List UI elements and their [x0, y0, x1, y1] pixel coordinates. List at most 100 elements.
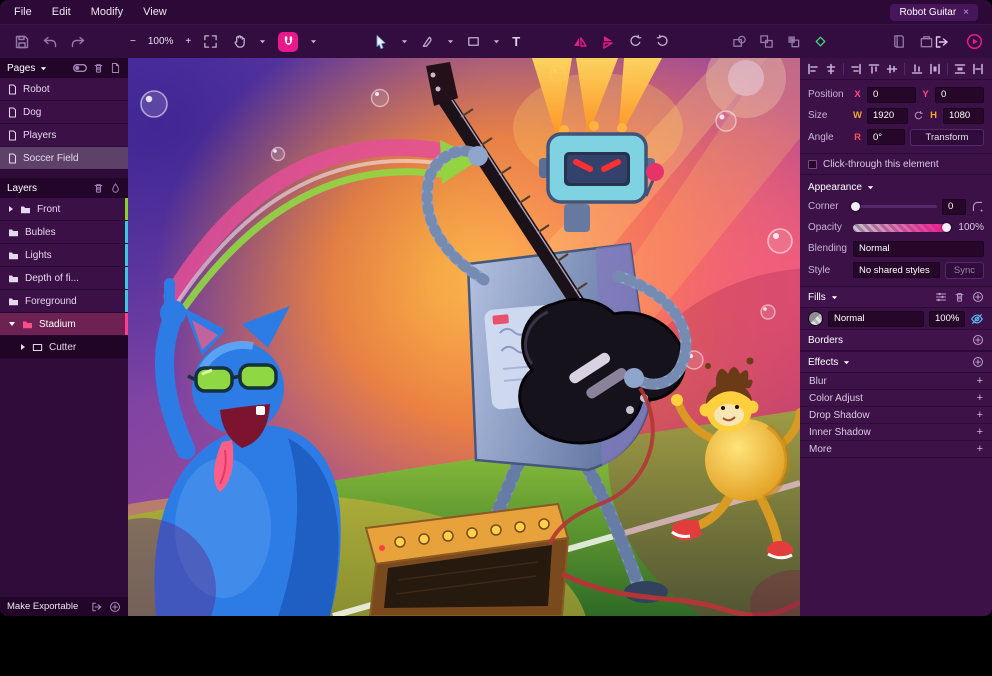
preview-play-icon[interactable] — [966, 33, 983, 50]
x-input[interactable]: 0 — [867, 87, 916, 103]
borders-header[interactable]: Borders — [800, 329, 992, 351]
effect-item-color-adjust[interactable]: Color Adjust + — [800, 390, 992, 407]
layer-item-cutter[interactable]: Cutter — [0, 336, 128, 359]
add-effect-icon[interactable] — [972, 356, 984, 368]
pages-caret-icon[interactable] — [40, 66, 47, 71]
text-tool-icon[interactable]: T — [512, 34, 520, 49]
fill-options-icon[interactable] — [935, 291, 947, 303]
export-icon[interactable] — [934, 34, 950, 50]
rotate-ccw-icon[interactable] — [628, 34, 643, 49]
delete-fill-icon[interactable] — [954, 291, 965, 303]
undo-button[interactable] — [42, 34, 58, 50]
menu-file[interactable]: File — [14, 6, 32, 18]
zoom-out-button[interactable]: − — [130, 36, 136, 47]
add-export-icon[interactable] — [109, 601, 121, 613]
sync-button[interactable]: Sync — [945, 262, 984, 279]
opacity-value[interactable]: 100% — [954, 222, 984, 233]
page-item-dog[interactable]: Dog — [0, 101, 128, 124]
add-inner-shadow-icon[interactable]: + — [977, 427, 983, 438]
layer-color-icon[interactable] — [110, 182, 121, 194]
expand-caret-icon[interactable] — [20, 343, 26, 351]
hand-tool-caret-icon[interactable] — [259, 39, 266, 44]
transform-button[interactable]: Transform — [910, 129, 984, 146]
corner-options-icon[interactable] — [971, 200, 984, 213]
lock-ratio-icon[interactable] — [913, 110, 924, 122]
make-exportable-bar[interactable]: Make Exportable — [0, 597, 128, 616]
appearance-header[interactable]: Appearance — [800, 175, 992, 196]
close-tab-icon[interactable]: × — [963, 7, 969, 18]
shape-caret-icon[interactable] — [493, 39, 500, 44]
align-left-icon[interactable] — [807, 63, 819, 75]
click-through-row[interactable]: Click-through this element — [800, 153, 992, 175]
layer-item-stadium[interactable]: Stadium — [0, 313, 128, 336]
page-item-robot[interactable]: Robot — [0, 78, 128, 101]
add-border-icon[interactable] — [972, 334, 984, 346]
add-more-effect-icon[interactable]: + — [977, 444, 983, 455]
zoom-level[interactable]: 100% — [148, 36, 174, 47]
save-button[interactable] — [14, 34, 30, 50]
align-right-icon[interactable] — [850, 63, 862, 75]
height-input[interactable]: 1080 — [943, 108, 984, 124]
rotate-cw-icon[interactable] — [655, 34, 670, 49]
align-top-icon[interactable] — [868, 63, 880, 75]
effects-header[interactable]: Effects — [800, 351, 992, 373]
group-icon[interactable] — [759, 34, 774, 49]
corner-input[interactable]: 0 — [942, 199, 966, 215]
add-page-icon[interactable] — [110, 62, 121, 74]
effect-item-drop-shadow[interactable]: Drop Shadow + — [800, 407, 992, 424]
fit-screen-icon[interactable] — [203, 34, 218, 49]
assets-icon[interactable] — [919, 34, 934, 49]
knife-tool-icon[interactable] — [420, 34, 435, 49]
document-tab[interactable]: Robot Guitar × — [890, 4, 978, 21]
fills-header[interactable]: Fills — [800, 286, 992, 308]
libraries-icon[interactable] — [892, 34, 907, 49]
effect-item-more[interactable]: More + — [800, 441, 992, 458]
redo-button[interactable] — [70, 34, 86, 50]
align-middle-icon[interactable] — [886, 63, 898, 75]
add-fill-icon[interactable] — [972, 291, 984, 303]
fill-opacity-input[interactable]: 100% — [929, 311, 965, 327]
delete-page-icon[interactable] — [93, 62, 104, 74]
shape-tool-icon[interactable] — [466, 34, 481, 49]
knife-caret-icon[interactable] — [447, 39, 454, 44]
hand-tool-icon[interactable] — [232, 34, 247, 49]
layer-item-lights[interactable]: Lights — [0, 244, 128, 267]
opacity-slider[interactable] — [853, 224, 949, 232]
symbol-icon[interactable] — [813, 34, 828, 49]
pages-toggle-icon[interactable] — [73, 64, 87, 72]
distribute-horizontal-icon[interactable] — [929, 63, 941, 75]
expand-caret-icon[interactable] — [8, 205, 14, 213]
fill-color-swatch[interactable] — [808, 311, 823, 326]
page-item-players[interactable]: Players — [0, 124, 128, 147]
add-blur-icon[interactable]: + — [977, 376, 983, 387]
layer-item-bubles[interactable]: Bubles — [0, 221, 128, 244]
canvas[interactable] — [128, 58, 800, 616]
click-through-checkbox[interactable] — [808, 160, 817, 169]
page-item-soccer-field[interactable]: Soccer Field — [0, 147, 128, 170]
align-center-horizontal-icon[interactable] — [825, 63, 837, 75]
align-bottom-icon[interactable] — [911, 63, 923, 75]
layer-item-depth[interactable]: Depth of fi... — [0, 267, 128, 290]
layer-item-front[interactable]: Front — [0, 198, 128, 221]
fill-row[interactable]: Normal 100% — [800, 308, 992, 329]
snapping-magnet-icon[interactable] — [278, 32, 298, 52]
effect-item-inner-shadow[interactable]: Inner Shadow + — [800, 424, 992, 441]
y-input[interactable]: 0 — [935, 87, 984, 103]
fill-visibility-eye-icon[interactable] — [970, 312, 984, 326]
equal-spacing-icon[interactable] — [972, 63, 984, 75]
menu-edit[interactable]: Edit — [52, 6, 71, 18]
fill-blend-select[interactable]: Normal — [828, 311, 924, 327]
menu-view[interactable]: View — [143, 6, 167, 18]
corner-slider[interactable] — [853, 205, 937, 208]
rotation-input[interactable]: 0° — [867, 129, 905, 145]
add-color-adjust-icon[interactable]: + — [977, 393, 983, 404]
pointer-caret-icon[interactable] — [401, 39, 408, 44]
collapse-caret-icon[interactable] — [8, 321, 16, 327]
clip-mask-icon[interactable] — [732, 34, 747, 49]
flip-vertical-icon[interactable] — [600, 34, 616, 50]
style-select[interactable]: No shared styles — [853, 262, 940, 278]
layer-item-foreground[interactable]: Foreground — [0, 290, 128, 313]
pointer-tool-icon[interactable] — [373, 34, 389, 50]
export-asset-icon[interactable] — [91, 601, 103, 613]
snapping-caret-icon[interactable] — [310, 39, 317, 44]
